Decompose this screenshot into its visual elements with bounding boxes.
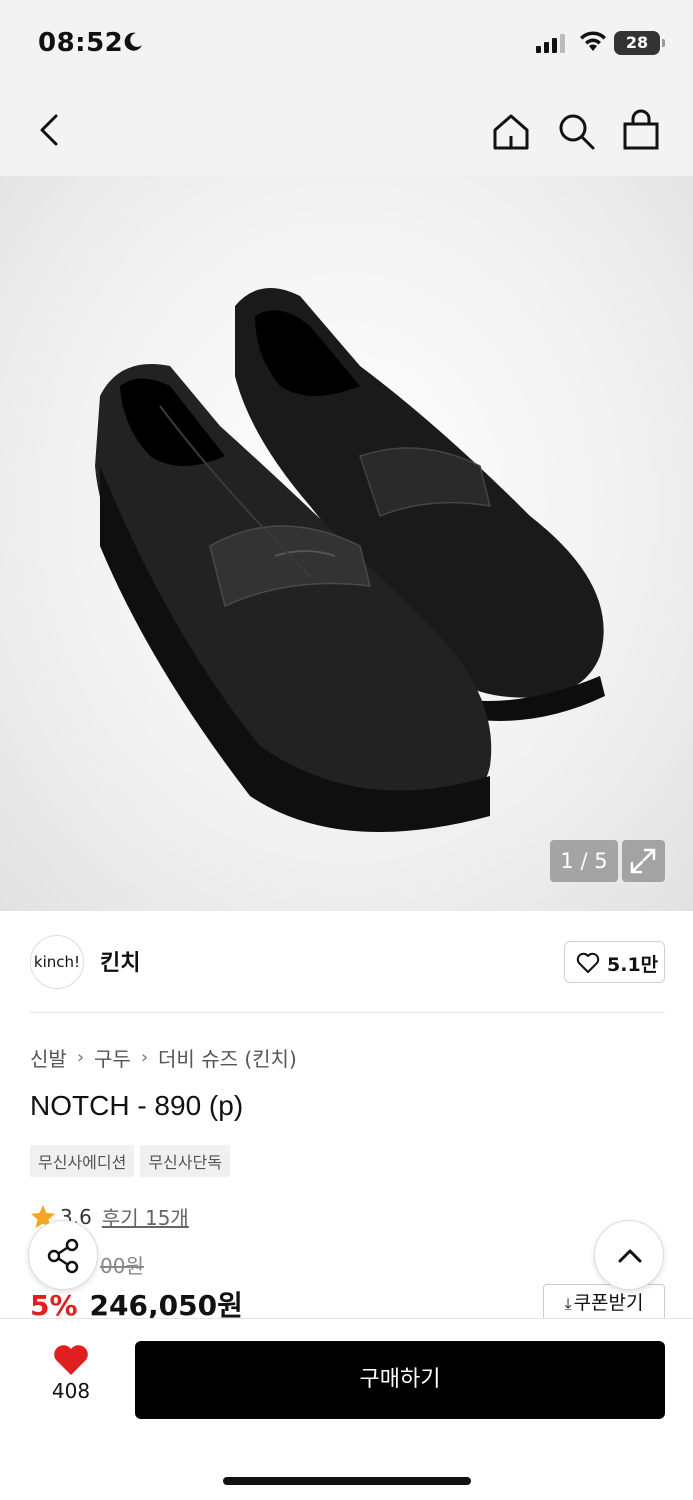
status-bar: 08:52 28	[0, 0, 693, 88]
wish-count: 408	[51, 1379, 91, 1403]
review-link[interactable]: 후기 15개	[102, 1202, 189, 1231]
original-price: 00원	[100, 1254, 144, 1278]
share-button[interactable]	[28, 1220, 98, 1290]
tag: 무신사단독	[140, 1145, 230, 1177]
signal-icon	[536, 34, 565, 53]
product-tags: 무신사에디션 무신사단독	[30, 1145, 230, 1177]
product-title: NOTCH - 890 (p)	[30, 1090, 244, 1121]
breadcrumb: 신발 › 구두 › 더비 슈즈 (킨치)	[30, 1043, 297, 1072]
brand-like-button[interactable]: 5.1만	[564, 941, 665, 983]
brand-name[interactable]: 킨치	[100, 945, 140, 977]
brand-logo[interactable]: kinch!	[30, 935, 84, 989]
product-image[interactable]: 1 / 5	[0, 176, 693, 911]
wish-button[interactable]: 408	[40, 1343, 102, 1403]
breadcrumb-item[interactable]: 더비 슈즈 (킨치)	[158, 1043, 297, 1072]
divider	[30, 1012, 665, 1013]
share-icon	[47, 1238, 79, 1274]
heart-filled-icon	[54, 1345, 88, 1375]
chevron-up-icon	[618, 1249, 642, 1263]
image-counter: 1 / 5	[550, 840, 618, 882]
buy-button[interactable]: 구매하기	[135, 1341, 665, 1419]
bottom-bar: 408 구매하기	[0, 1318, 693, 1500]
chevron-right-icon: ›	[140, 1047, 149, 1068]
top-nav	[0, 88, 693, 176]
chevron-right-icon: ›	[76, 1047, 85, 1068]
back-icon[interactable]	[30, 110, 70, 150]
shopping-bag-icon[interactable]	[620, 108, 662, 152]
wifi-icon	[580, 31, 606, 51]
breadcrumb-item[interactable]: 신발	[30, 1043, 67, 1072]
expand-button[interactable]	[622, 840, 665, 882]
coupon-label: 쿠폰받기	[573, 1292, 644, 1314]
heart-outline-icon	[576, 952, 600, 973]
coupon-button[interactable]: ⤓ 쿠폰받기	[543, 1284, 665, 1322]
home-icon[interactable]	[489, 110, 533, 154]
search-icon[interactable]	[555, 110, 597, 152]
loafers-image	[95, 288, 605, 832]
expand-icon	[630, 848, 656, 874]
scroll-top-button[interactable]	[594, 1220, 664, 1290]
moon-icon	[124, 32, 142, 51]
home-indicator	[223, 1477, 471, 1485]
breadcrumb-item[interactable]: 구두	[94, 1043, 131, 1072]
battery-nub	[662, 39, 665, 47]
battery-indicator: 28	[614, 31, 660, 55]
brand-like-count: 5.1만	[607, 954, 659, 976]
tag: 무신사에디션	[30, 1145, 135, 1177]
download-icon: ⤓	[564, 1294, 572, 1313]
status-time: 08:52	[38, 28, 124, 58]
